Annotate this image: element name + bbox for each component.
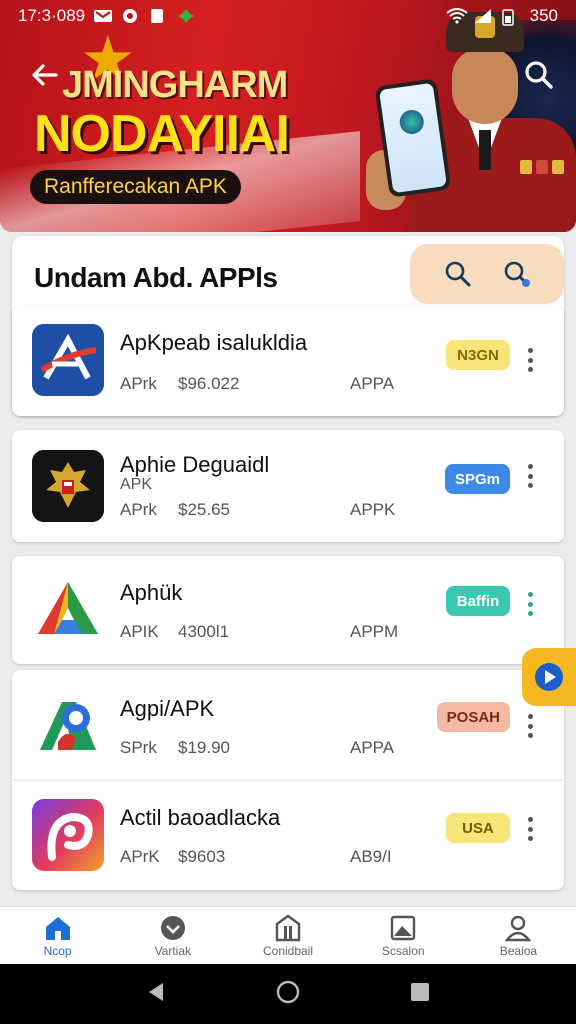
status-bar: 17:3·089 350: [0, 0, 576, 32]
app-list-item[interactable]: Aphük APIK 4300l1 APPM Baffin: [12, 556, 564, 664]
search-icon: [525, 61, 553, 89]
download-icon: [160, 915, 185, 940]
home-icon: [45, 916, 70, 940]
app-list-item[interactable]: Agpi/APK SPrk $19.90 APPA POSAH: [12, 670, 564, 780]
garuda-app-icon: [32, 450, 104, 522]
nav-item-profile[interactable]: Beaioa: [461, 907, 576, 964]
install-badge[interactable]: SPGm: [444, 464, 510, 494]
app-type: APrk: [120, 374, 157, 393]
nav-label: Vartiak: [154, 943, 192, 958]
app-name: Actil baoadlacka: [120, 805, 281, 830]
voice-search-icon: [504, 261, 530, 287]
battery-icon: [501, 8, 522, 26]
banner-headline: NODAYIIAI: [34, 105, 290, 163]
message-icon: [93, 8, 113, 24]
app-price: $19.90: [178, 738, 230, 757]
banner-title: JMINGHARM: [62, 64, 288, 106]
app-price: $96.022: [178, 374, 240, 393]
app-price: 4300l1: [178, 622, 230, 641]
more-options-icon[interactable]: [520, 813, 540, 845]
app-type: SPrk: [120, 738, 157, 757]
app-notification-icon: [177, 8, 197, 24]
app-price: $9603: [178, 847, 226, 866]
status-time: 17:3·089: [18, 6, 86, 25]
app-price: $25.65: [178, 500, 230, 519]
more-options-icon[interactable]: [520, 344, 540, 376]
system-home-button[interactable]: [276, 980, 300, 1009]
store-icon: [275, 914, 301, 941]
search-icon: [445, 261, 470, 287]
app-list-section: Undam Abd. APPls ApKpeab isalukldia APrk…: [12, 236, 564, 902]
app-name: Agpi/APK: [120, 696, 215, 721]
install-badge[interactable]: N3GN: [446, 340, 510, 370]
system-recents-button[interactable]: [409, 981, 431, 1008]
app-screen: ★ JMINGHARM NODAYIIAI Ranfferecakan APK …: [0, 0, 576, 1024]
app-type: APrK: [120, 847, 160, 866]
app-name: Aphie Deguaidl: [120, 452, 270, 477]
nav-item-download[interactable]: Vartiak: [115, 907, 230, 964]
install-badge[interactable]: Baffin: [446, 586, 510, 616]
system-back-button[interactable]: [145, 981, 167, 1008]
app-category: AB9/I: [350, 847, 392, 866]
nav-item-gallery[interactable]: Scsalon: [346, 907, 461, 964]
app-category: APPA: [350, 738, 395, 757]
install-badge[interactable]: POSAH: [436, 702, 510, 732]
battery-level: 350: [529, 6, 558, 25]
more-options-icon[interactable]: [520, 460, 540, 492]
nav-item-store[interactable]: Conidbail: [230, 907, 345, 964]
floating-play-button[interactable]: [522, 648, 576, 706]
app-category: APPK: [350, 500, 396, 519]
app-list-item[interactable]: Aphie Deguaidl APK APrk $25.65 APPK SPGm: [12, 430, 564, 542]
profile-icon: [504, 915, 532, 941]
bottom-navigation: Ncop Vartiak Conidbail Scsalon Beaioa: [0, 906, 576, 964]
gallery-icon: [391, 915, 416, 940]
swirl-app-icon: [32, 799, 104, 871]
officer-illustration: [360, 10, 576, 232]
app-list-item[interactable]: Actil baoadlacka APrK $9603 AB9/I USA: [12, 780, 564, 890]
app-category: APPA: [350, 374, 395, 393]
search-chip[interactable]: [410, 244, 564, 304]
install-badge[interactable]: USA: [446, 813, 510, 843]
circle-home-icon: [276, 980, 300, 1003]
nav-label: Scsalon: [381, 943, 425, 958]
app-name: ApKpeab isalukldia: [120, 330, 308, 355]
section-title: Undam Abd. APPls: [34, 262, 278, 293]
header-search-button[interactable]: [522, 58, 556, 92]
promo-banner[interactable]: ★ JMINGHARM NODAYIIAI Ranfferecakan APK: [0, 0, 576, 232]
wifi-icon: [446, 8, 468, 24]
app-list-item[interactable]: ApKpeab isalukldia APrk $96.022 APPA N3G…: [12, 306, 564, 416]
notification-icon: [121, 8, 141, 24]
map-pin-app-icon: [32, 688, 104, 760]
arrow-a-app-icon: [32, 324, 104, 396]
app-name: Aphük: [120, 580, 183, 605]
nav-item-home[interactable]: Ncop: [0, 907, 115, 964]
app-subtitle: APK: [120, 476, 153, 493]
nav-label: Ncop: [43, 943, 72, 958]
accessibility-icon: [149, 8, 169, 24]
more-options-icon[interactable]: [520, 588, 540, 620]
app-category: APPM: [350, 622, 399, 641]
more-options-icon[interactable]: [520, 710, 540, 742]
system-navigation-bar: [0, 964, 576, 1024]
play-icon: [535, 663, 563, 691]
banner-cta[interactable]: Ranfferecakan APK: [30, 170, 241, 204]
signal-icon: [474, 8, 494, 24]
app-type: APIK: [120, 622, 159, 641]
nav-label: Conidbail: [262, 943, 314, 958]
nav-label: Beaioa: [499, 943, 538, 958]
arrow-left-icon: [32, 64, 58, 86]
back-button[interactable]: [28, 58, 62, 92]
triangle-back-icon: [148, 982, 163, 1001]
square-recents-icon: [411, 982, 430, 1001]
triangle-app-icon: [32, 574, 104, 646]
app-type: APrk: [120, 500, 157, 519]
